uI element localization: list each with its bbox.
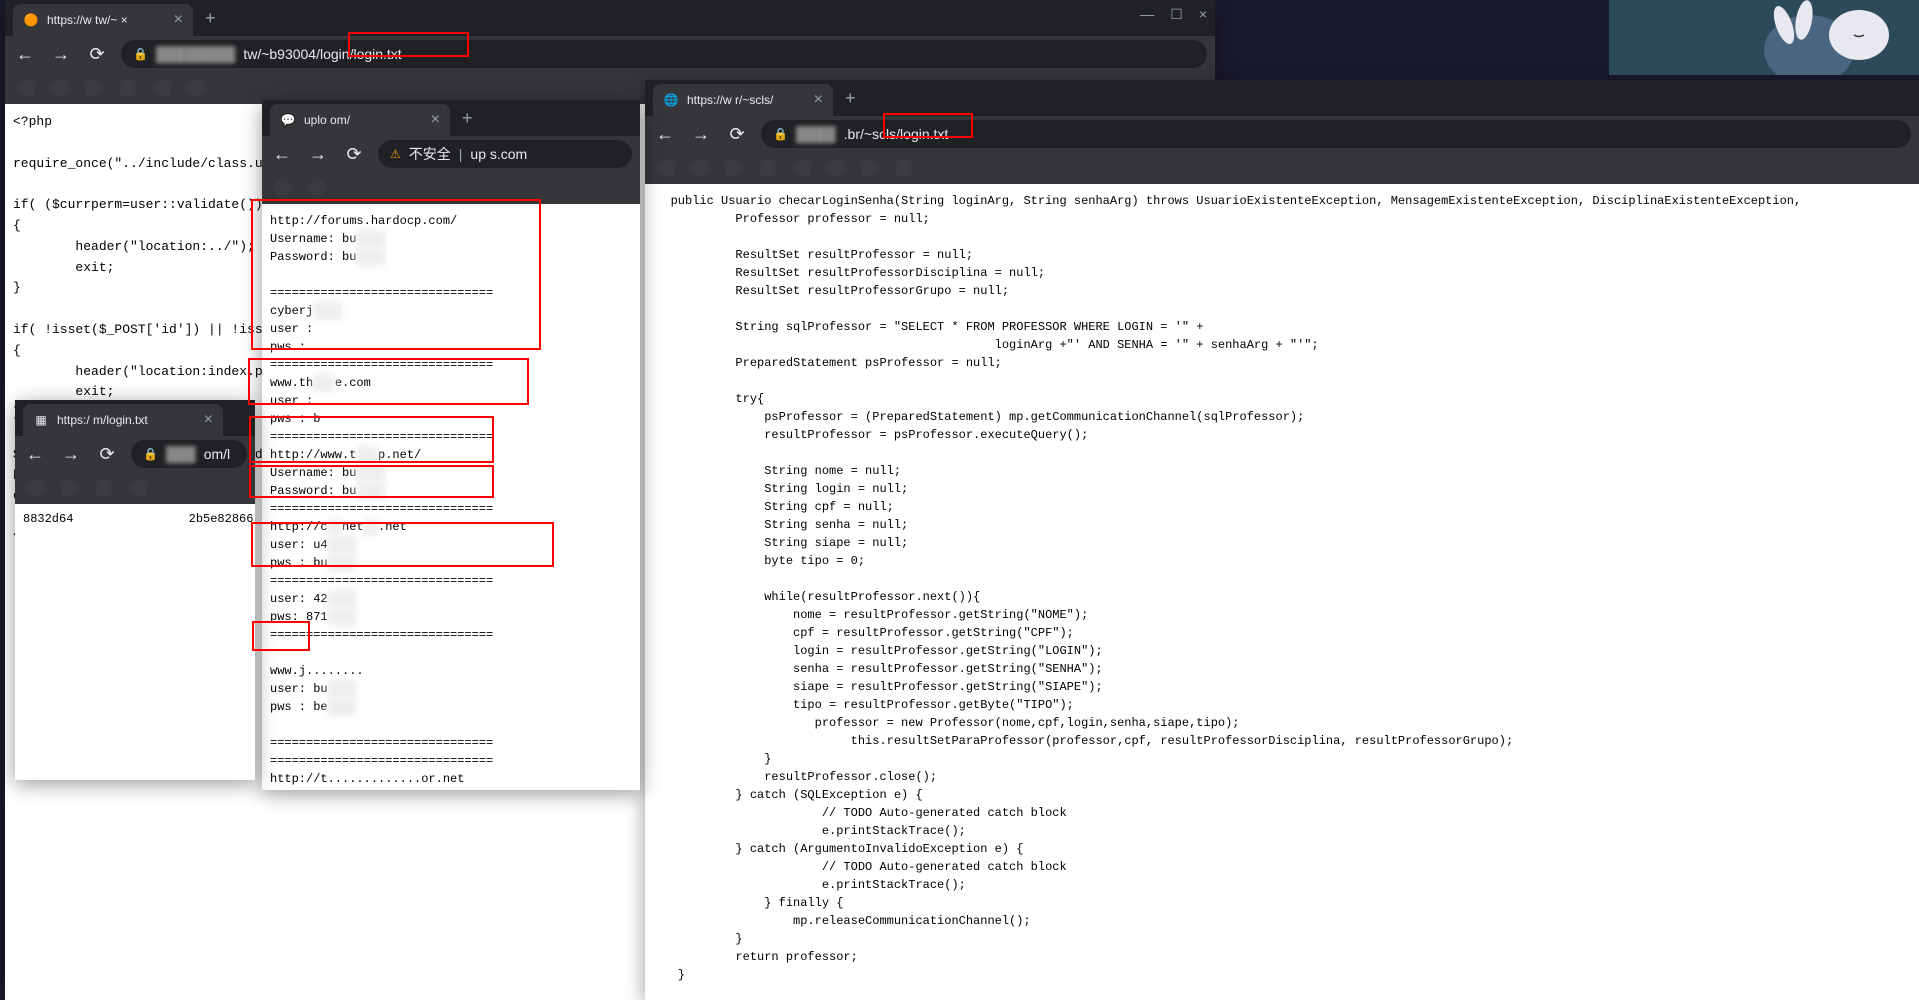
bookmark-item[interactable] [308,179,326,197]
forward-button[interactable]: → [306,144,330,165]
bookmark-item[interactable] [119,79,137,97]
page-content: 8832d64 2b5e82866 [15,504,255,780]
nav-bar: ← → ⟳ 🔒 ████ .br/~scls/login.txt [645,116,1919,152]
warning-icon: ⚠ [390,147,401,161]
tab-title: https://w r/~scls/ [687,93,806,107]
address-domain-blur: ███ [166,446,196,462]
globe-icon: 🌐 [663,92,679,108]
browser-window-creds: 💬 uplo om/ × + ← → ⟳ ⚠ 不安全 | up s.com ht… [262,100,640,790]
bookmark-item[interactable] [725,159,743,177]
close-icon[interactable]: × [204,411,213,429]
address-bar[interactable]: 🔒 ████ .br/~scls/login.txt [761,120,1911,148]
tab-bar: 💬 uplo om/ × + [262,100,640,136]
bookmark-item[interactable] [187,79,205,97]
bookmark-item[interactable] [861,159,879,177]
reload-button[interactable]: ⟳ [342,144,366,165]
lock-icon: 🔒 [143,447,158,461]
tab-bar: 🟠 https://w tw/~ × × + — ☐ × [5,0,1215,36]
bookmark-item[interactable] [691,159,709,177]
bookmark-item[interactable] [95,479,113,497]
tab-title: https://w tw/~ × [47,13,166,27]
browser-tab[interactable]: 🌐 https://w r/~scls/ × [653,84,833,116]
address-bar[interactable]: 🔒 ███ om/l [131,440,247,468]
unsafe-label: 不安全 [409,144,451,164]
bookmark-bar [15,472,255,504]
page-content: http://forums.hardocp.com/ Username: bu█… [262,204,640,790]
bookmark-item[interactable] [17,79,35,97]
browser-window-hash: ▦ https:/ m/login.txt × ← → ⟳ 🔒 ███ om/l… [15,400,255,780]
new-tab-button[interactable]: + [837,88,864,109]
minimize-button[interactable]: — [1140,6,1154,23]
bookmark-bar [645,152,1919,184]
bookmark-item[interactable] [759,159,777,177]
back-button[interactable]: ← [270,144,294,165]
lock-icon: 🔒 [133,47,148,61]
back-button[interactable]: ← [653,124,677,145]
tab-title: uplo om/ [304,113,423,127]
bookmark-bar [262,172,640,204]
bookmark-item[interactable] [827,159,845,177]
address-path: .br/~scls/login.txt [844,126,949,142]
address-bar[interactable]: ⚠ 不安全 | up s.com [378,140,632,168]
maximize-button[interactable]: ☐ [1170,6,1183,23]
lock-icon: 🔒 [773,127,788,141]
nav-bar: ← → ⟳ 🔒 ███ om/l [15,436,255,472]
window-controls: — ☐ × [1140,6,1207,23]
bookmark-item[interactable] [793,159,811,177]
forward-button[interactable]: → [59,444,83,465]
tab-bar: 🌐 https://w r/~scls/ × + [645,80,1919,116]
favicon-icon: 💬 [280,112,296,128]
favicon-icon: 🟠 [23,12,39,28]
address-domain-blur: ████████ [156,46,235,62]
close-window-button[interactable]: × [1199,6,1207,23]
forward-button[interactable]: → [49,44,73,65]
reload-button[interactable]: ⟳ [95,444,119,465]
bookmark-item[interactable] [895,159,913,177]
bookmark-item[interactable] [274,179,292,197]
tab-title: https:/ m/login.txt [57,413,196,427]
tab-bar: ▦ https:/ m/login.txt × [15,400,255,436]
browser-tab[interactable]: 🟠 https://w tw/~ × × [13,4,193,36]
bookmark-item[interactable] [657,159,675,177]
address-path: om/l [204,446,230,462]
back-button[interactable]: ← [13,44,37,65]
nav-bar: ← → ⟳ 🔒 ████████ tw/~b93004/login/login.… [5,36,1215,72]
address-path: tw/~b93004/login/login.txt [243,46,401,62]
close-icon[interactable]: × [814,91,823,109]
close-icon[interactable]: × [431,111,440,129]
grid-icon: ▦ [33,412,49,428]
browser-tab[interactable]: ▦ https:/ m/login.txt × [23,404,223,436]
reload-button[interactable]: ⟳ [85,44,109,65]
nav-bar: ← → ⟳ ⚠ 不安全 | up s.com [262,136,640,172]
bookmark-item[interactable] [27,479,45,497]
browser-tab[interactable]: 💬 uplo om/ × [270,104,450,136]
bookmark-item[interactable] [61,479,79,497]
browser-window-java: 🌐 https://w r/~scls/ × + ← → ⟳ 🔒 ████ .b… [645,80,1919,1000]
bookmark-item[interactable] [85,79,103,97]
bookmark-item[interactable] [51,79,69,97]
back-button[interactable]: ← [23,444,47,465]
page-content: public Usuario checarLoginSenha(String l… [645,184,1919,1000]
bookmark-item[interactable] [129,479,147,497]
corner-decoration [1609,0,1919,75]
new-tab-button[interactable]: + [454,108,481,129]
reload-button[interactable]: ⟳ [725,124,749,145]
bookmark-item[interactable] [153,79,171,97]
address-bar[interactable]: 🔒 ████████ tw/~b93004/login/login.txt [121,40,1207,68]
address-path: up s.com [470,146,527,162]
address-domain-blur: ████ [796,126,836,142]
close-icon[interactable]: × [174,11,183,29]
forward-button[interactable]: → [689,124,713,145]
new-tab-button[interactable]: + [197,8,224,29]
